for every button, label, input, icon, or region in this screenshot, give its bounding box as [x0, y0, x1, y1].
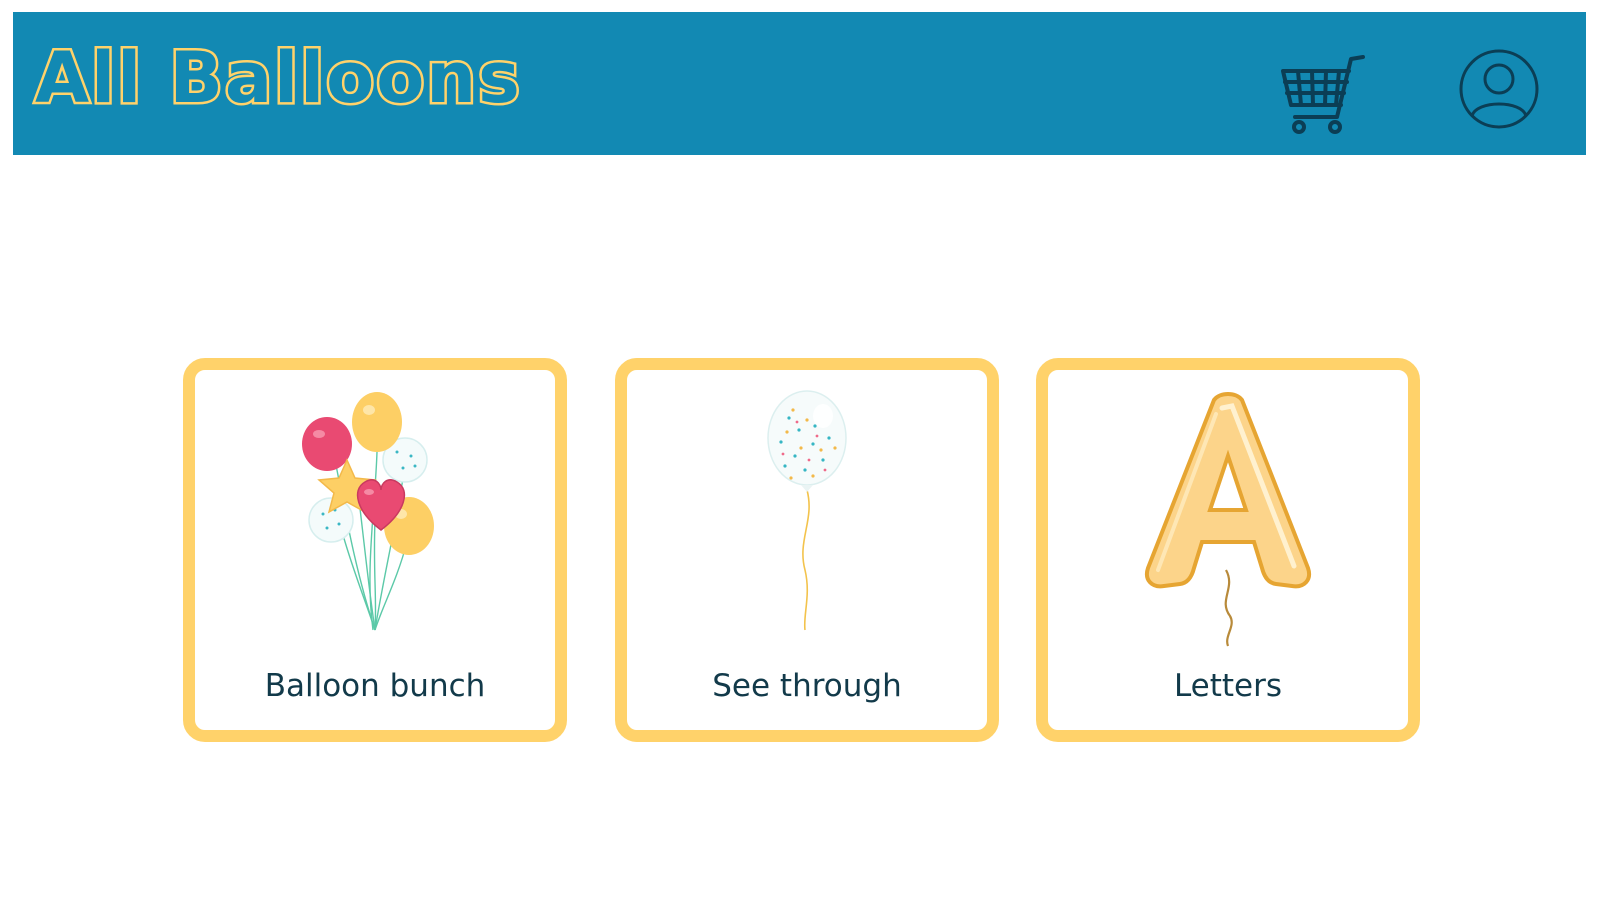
- page: All Balloons Balloon bunch See through L…: [0, 0, 1600, 900]
- see-through-balloon-image: [697, 390, 917, 652]
- cart-button[interactable]: [1275, 39, 1375, 139]
- shopping-cart-icon: [1275, 39, 1375, 139]
- category-card-see-through[interactable]: See through: [615, 358, 999, 742]
- category-card-letters[interactable]: Letters: [1036, 358, 1420, 742]
- category-label: See through: [712, 668, 902, 704]
- account-button[interactable]: [1458, 48, 1540, 130]
- site-header: All Balloons: [13, 12, 1586, 155]
- letter-balloon-image: [1118, 390, 1338, 652]
- user-account-icon: [1458, 48, 1540, 130]
- category-label: Balloon bunch: [264, 668, 486, 704]
- site-logo[interactable]: All Balloons: [33, 34, 523, 122]
- category-label: Letters: [1173, 668, 1283, 704]
- balloon-bunch-image: [265, 390, 485, 652]
- category-card-balloon-bunch[interactable]: Balloon bunch: [183, 358, 567, 742]
